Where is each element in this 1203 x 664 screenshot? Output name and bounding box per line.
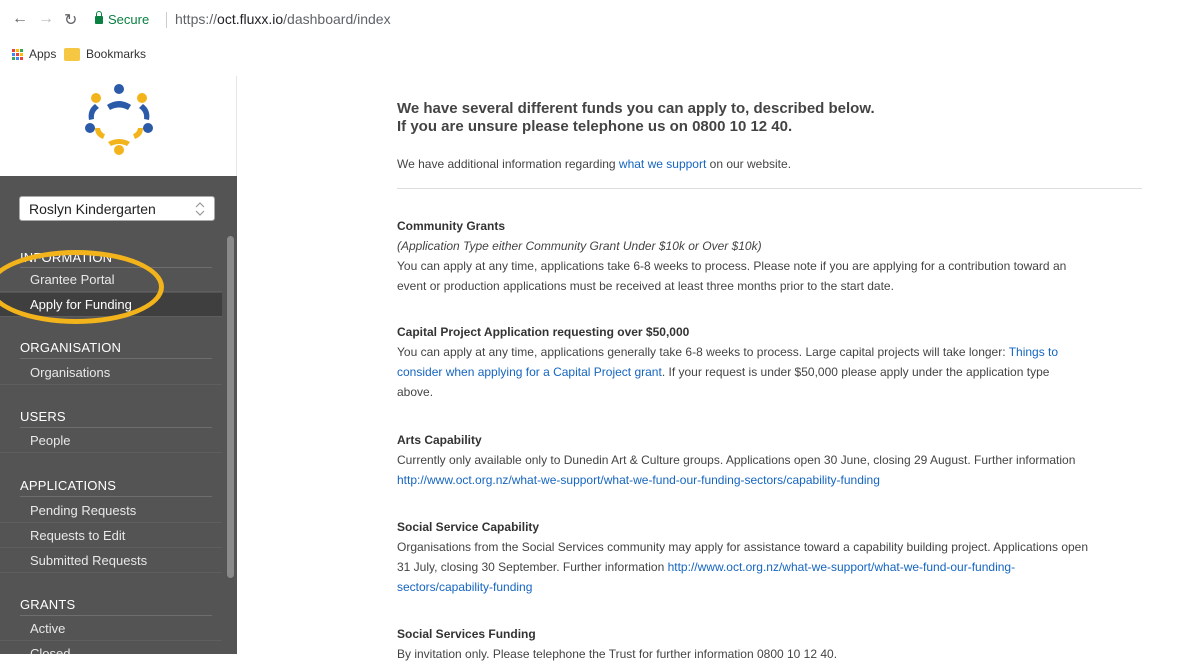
bookmarks-folder[interactable]: Bookmarks — [64, 47, 146, 61]
fund-description: You can apply at any time, applications … — [397, 259, 1067, 273]
fund-title: Social Service Capability — [397, 520, 540, 534]
select-chevron-icon — [195, 202, 205, 216]
sidebar-scrollbar[interactable] — [227, 236, 234, 578]
address-bar[interactable]: https://oct.fluxx.io/dashboard/index — [175, 11, 391, 27]
apps-bookmark[interactable]: Apps — [12, 47, 56, 61]
fund-social-service-capability: Social Service Capability Organisations … — [397, 517, 1142, 597]
fund-social-services-funding: Social Services Funding By invitation on… — [397, 624, 1142, 664]
sidebar-item-submitted-requests[interactable]: Submitted Requests — [0, 549, 222, 573]
fund-title: Social Services Funding — [397, 627, 536, 641]
section-divider — [20, 358, 212, 359]
fund-description: 31 July, closing 30 September. Further i… — [397, 560, 1016, 574]
fund-description: event or production applications must be… — [397, 279, 894, 293]
capital-project-link[interactable]: consider when applying for a Capital Pro… — [397, 365, 662, 379]
main-content: We have several different funds you can … — [397, 100, 1142, 189]
section-organisation: ORGANISATION — [20, 340, 122, 355]
sidebar-logo-area — [0, 76, 237, 176]
sidebar-item-requests-to-edit[interactable]: Requests to Edit — [0, 524, 222, 548]
page-headline: We have several different funds you can … — [397, 100, 875, 135]
fund-description: Organisations from the Social Services c… — [397, 540, 1089, 554]
section-users: USERS — [20, 409, 66, 424]
fund-description: By invitation only. Please telephone the… — [397, 647, 838, 661]
what-we-support-link[interactable]: what we support — [619, 157, 706, 171]
section-divider — [20, 615, 212, 616]
section-applications: APPLICATIONS — [20, 478, 117, 493]
trust-logo[interactable] — [78, 80, 160, 162]
sidebar-item-people[interactable]: People — [0, 429, 222, 453]
fund-note: (Application Type either Community Grant… — [397, 239, 762, 253]
fund-description: consider when applying for a Capital Pro… — [397, 365, 1050, 379]
fund-arts-capability: Arts Capability Currently only available… — [397, 430, 1142, 490]
organisation-select[interactable]: Roslyn Kindergarten — [19, 196, 215, 221]
sidebar-item-active[interactable]: Active — [0, 617, 222, 641]
sidebar-item-closed[interactable]: Closed — [0, 642, 222, 654]
secure-indicator[interactable]: Secure — [95, 11, 149, 27]
reload-icon[interactable]: ↻ — [64, 10, 77, 30]
apps-grid-icon — [12, 48, 23, 60]
section-divider — [20, 496, 212, 497]
browser-toolbar: ← → ↻ Secure https://oct.fluxx.io/dashbo… — [0, 0, 1203, 44]
sidebar: Roslyn Kindergarten INFORMATION Grantee … — [0, 176, 237, 654]
sidebar-item-organisations[interactable]: Organisations — [0, 361, 222, 385]
lock-icon — [95, 11, 103, 24]
arts-capability-link[interactable]: http://www.oct.org.nz/what-we-support/wh… — [397, 473, 880, 487]
bookmarks-bar: Apps Bookmarks — [0, 44, 1203, 66]
social-capability-link[interactable]: http://www.oct.org.nz/what-we-support/wh… — [668, 560, 1016, 574]
fund-capital-project: Capital Project Application requesting o… — [397, 322, 1142, 402]
fund-description: Currently only available only to Dunedin… — [397, 453, 1076, 467]
sidebar-item-pending-requests[interactable]: Pending Requests — [0, 499, 222, 523]
back-arrow-icon[interactable]: ← — [12, 10, 28, 28]
fund-title: Capital Project Application requesting o… — [397, 325, 690, 339]
url-divider — [166, 12, 167, 28]
forward-arrow-icon[interactable]: → — [38, 10, 54, 28]
fund-title: Community Grants — [397, 219, 506, 233]
intro-text: We have additional information regarding… — [397, 157, 792, 171]
content-divider — [397, 188, 1142, 189]
fund-community-grants: Community Grants (Application Type eithe… — [397, 216, 1142, 296]
fund-title: Arts Capability — [397, 433, 482, 447]
section-grants: GRANTS — [20, 597, 76, 612]
capital-project-link[interactable]: Things to — [1009, 345, 1058, 359]
folder-icon — [64, 47, 80, 61]
fund-description: You can apply at any time, applications … — [397, 345, 1059, 359]
fund-description: above. — [397, 385, 434, 399]
social-capability-link[interactable]: sectors/capability-funding — [397, 580, 532, 594]
section-divider — [20, 427, 212, 428]
